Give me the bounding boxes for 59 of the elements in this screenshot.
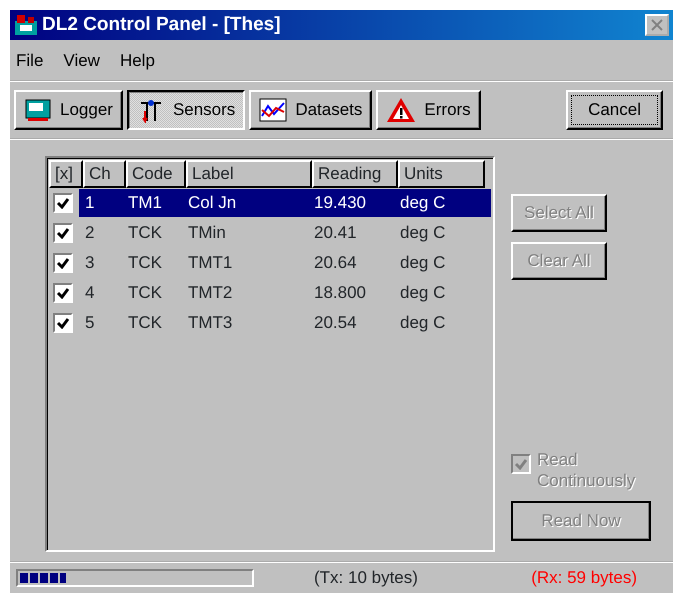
- column-header[interactable]: Reading: [312, 160, 398, 188]
- menu-item[interactable]: Help: [120, 48, 155, 74]
- toolbar-tab[interactable]: Sensors: [126, 90, 246, 130]
- table-cell-text: 5: [84, 312, 96, 334]
- table-cell-text: 19.430: [313, 192, 367, 214]
- check-icon: [56, 286, 70, 298]
- checkbox[interactable]: [53, 252, 73, 272]
- table-cell-text: TMin: [187, 222, 227, 244]
- check-icon: [56, 316, 70, 328]
- menu-item[interactable]: View: [63, 48, 100, 74]
- check-icon: [56, 226, 70, 238]
- status-text: (Tx: 10 bytes): [314, 567, 418, 590]
- column-header[interactable]: Ch: [83, 160, 126, 188]
- table-cell-text: TCK: [127, 222, 163, 244]
- close-button[interactable]: [645, 14, 669, 36]
- table-cell-text: 20.54: [313, 312, 358, 334]
- table-cell-text: TM1: [127, 192, 163, 214]
- column-header[interactable]: Label: [186, 160, 312, 188]
- checkbox[interactable]: [53, 222, 73, 242]
- checkbox-label: Read Continuously: [537, 450, 636, 491]
- table-cell-text: deg C: [399, 192, 446, 214]
- table-cell-text: deg C: [399, 222, 446, 244]
- table-cell-text: TMT1: [187, 252, 234, 274]
- check-icon: [514, 458, 528, 470]
- table-cell-text: TMT3: [187, 312, 234, 334]
- chart-icon: [259, 98, 288, 122]
- checkbox[interactable]: [53, 282, 73, 302]
- table-cell-text: TCK: [127, 252, 163, 274]
- toolbar-tab[interactable]: Errors: [376, 90, 481, 130]
- checkbox[interactable]: [53, 192, 73, 212]
- table-cell-text: deg C: [399, 282, 446, 304]
- toolbar-tab[interactable]: Logger: [14, 90, 123, 130]
- menu-item[interactable]: File: [16, 48, 44, 74]
- table-cell-text: 20.64: [313, 252, 358, 274]
- table-cell-text: TCK: [127, 282, 163, 304]
- table-cell-text: 4: [84, 282, 96, 304]
- warning-icon: [386, 96, 416, 124]
- table-cell-text: 1: [84, 192, 96, 214]
- table-cell-text: Col Jn: [187, 192, 238, 214]
- column-header[interactable]: Units: [398, 160, 485, 188]
- device-icon: [24, 98, 52, 122]
- table-cell-text: deg C: [399, 252, 446, 274]
- table-cell-text: TMT2: [187, 282, 234, 304]
- cancel-button[interactable]: Cancel: [566, 90, 663, 130]
- table-cell-text: 2: [84, 222, 96, 244]
- close-icon: [650, 19, 664, 31]
- toolbar-tab[interactable]: Datasets: [249, 90, 372, 130]
- table-cell-text: 3: [84, 252, 96, 274]
- column-header[interactable]: Code: [126, 160, 186, 188]
- window-title: DL2 Control Panel - [Thes]: [42, 12, 281, 37]
- table-cell-text: TCK: [127, 312, 163, 334]
- table-cell-text: deg C: [399, 312, 446, 334]
- table-cell-text: 18.800: [313, 282, 367, 304]
- column-header[interactable]: [x]: [49, 160, 83, 188]
- check-icon: [56, 196, 70, 208]
- check-icon: [56, 256, 70, 268]
- status-text: (Rx: 59 bytes): [531, 567, 637, 590]
- checkbox[interactable]: [53, 312, 73, 332]
- table-cell-text: 20.41: [313, 222, 358, 244]
